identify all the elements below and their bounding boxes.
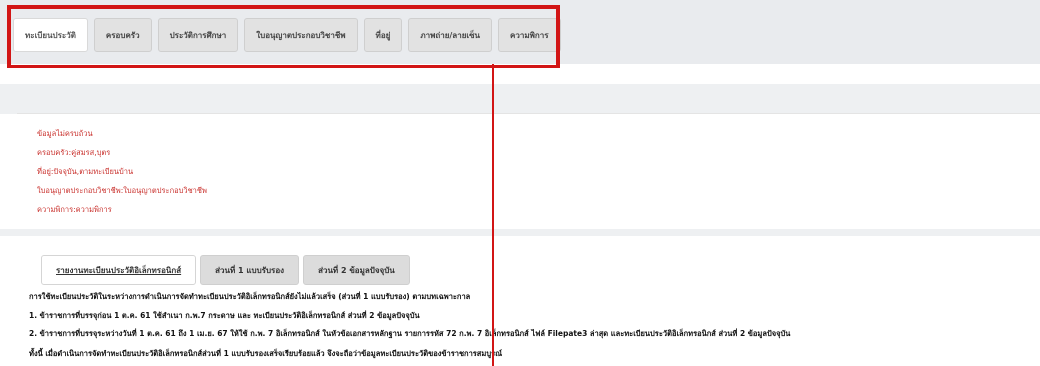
report-panel: รายงานทะเบียนประวัติอิเล็กทรอนิกส์ ส่วนท… bbox=[17, 236, 1040, 366]
section-divider bbox=[0, 84, 1040, 114]
incomplete-data-heading: ข้อมูลไม่ครบถ้วน bbox=[37, 129, 93, 138]
tab-registration-record[interactable]: ทะเบียนประวัติ bbox=[13, 18, 88, 52]
tab-professional-license[interactable]: ใบอนุญาตประกอบวิชาชีพ bbox=[244, 18, 358, 52]
notice-conclusion: ทั้งนี้ เมื่อดำเนินการจัดทำทะเบียนประวัต… bbox=[29, 349, 503, 358]
incomplete-data-list: ข้อมูลไม่ครบถ้วน ครอบครัว:คู่สมรส,บุตร ท… bbox=[37, 124, 207, 219]
error-link-family[interactable]: ครอบครัว:คู่สมรส,บุตร bbox=[37, 143, 207, 162]
tab-photo-signature[interactable]: ภาพถ่าย/ลายเซ็น bbox=[408, 18, 493, 52]
notice-intro: การใช้ทะเบียนประวัติในระหว่างการดำเนินกา… bbox=[29, 292, 471, 301]
incomplete-data-panel: ข้อมูลไม่ครบถ้วน ครอบครัว:คู่สมรส,บุตร ท… bbox=[17, 113, 1040, 231]
sub-tab-part1-certification[interactable]: ส่วนที่ 1 แบบรับรอง bbox=[200, 255, 300, 285]
sub-tab-part2-current-data[interactable]: ส่วนที่ 2 ข้อมูลปัจจุบัน bbox=[303, 255, 410, 285]
tab-family[interactable]: ครอบครัว bbox=[93, 18, 152, 52]
notice-item-2: 2. ข้าราชการที่บรรจุระหว่างวันที่ 1 ต.ค.… bbox=[29, 329, 791, 338]
notice-item-1: 1. ข้าราชการที่บรรจุก่อน 1 ต.ค. 61 ใช้สำ… bbox=[29, 311, 420, 320]
tab-disability[interactable]: ความพิการ bbox=[498, 18, 561, 52]
sub-tab-electronic-report[interactable]: รายงานทะเบียนประวัติอิเล็กทรอนิกส์ bbox=[41, 255, 197, 285]
section-divider-2 bbox=[0, 229, 1040, 236]
profile-tab-bar: ทะเบียนประวัติ ครอบครัว ประวัติการศึกษา … bbox=[8, 8, 561, 62]
error-link-disability[interactable]: ความพิการ:ความพิการ bbox=[37, 200, 207, 219]
tab-address[interactable]: ที่อยู่ bbox=[363, 18, 403, 52]
tab-education-history[interactable]: ประวัติการศึกษา bbox=[157, 18, 239, 52]
report-sub-tabs: รายงานทะเบียนประวัติอิเล็กทรอนิกส์ ส่วนท… bbox=[41, 255, 410, 285]
error-link-license[interactable]: ใบอนุญาตประกอบวิชาชีพ:ใบอนุญาตประกอบวิชา… bbox=[37, 181, 207, 200]
error-link-address[interactable]: ที่อยู่:ปัจจุบัน,ตามทะเบียนบ้าน bbox=[37, 162, 207, 181]
